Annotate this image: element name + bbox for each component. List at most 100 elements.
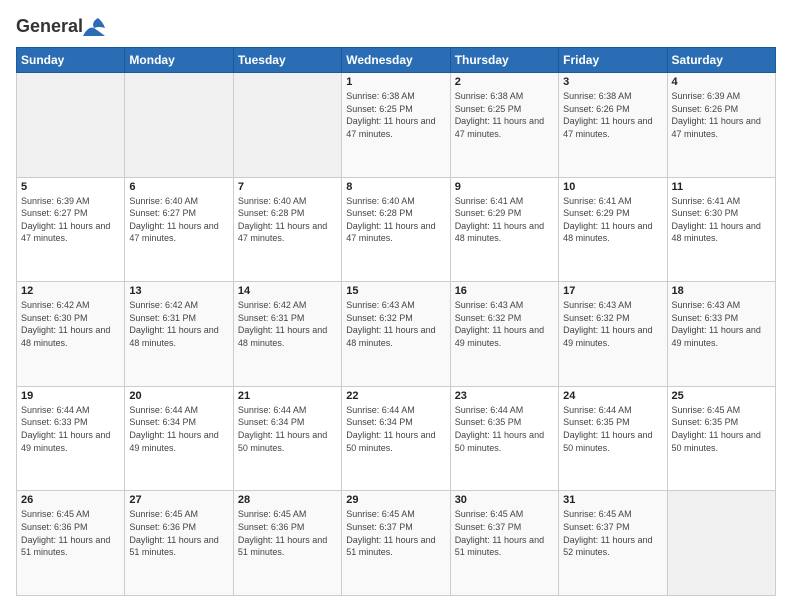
day-number: 14 bbox=[238, 285, 337, 297]
day-number: 22 bbox=[346, 390, 445, 402]
day-number: 1 bbox=[346, 76, 445, 88]
day-info: Sunrise: 6:42 AMSunset: 6:31 PMDaylight:… bbox=[129, 299, 228, 349]
calendar-cell bbox=[667, 491, 775, 596]
calendar-cell: 25 Sunrise: 6:45 AMSunset: 6:35 PMDayligh… bbox=[667, 386, 775, 491]
day-number: 29 bbox=[346, 494, 445, 506]
day-number: 19 bbox=[21, 390, 120, 402]
calendar-cell: 2Sunrise: 6:38 AMSunset: 6:25 PMDaylight… bbox=[450, 73, 558, 178]
calendar-cell: 31 Sunrise: 6:45 AMSunset: 6:37 PMDayligh… bbox=[559, 491, 667, 596]
day-number: 16 bbox=[455, 285, 554, 297]
calendar-cell: 1 Sunrise: 6:38 AMSunset: 6:25 PMDaylight… bbox=[342, 73, 450, 178]
calendar-cell: 29 Sunrise: 6:45 AMSunset: 6:37 PMDayligh… bbox=[342, 491, 450, 596]
calendar-cell: 12 Sunrise: 6:42 AMSunset: 6:30 PMDayligh… bbox=[17, 282, 125, 387]
weekday-header-wednesday: Wednesday bbox=[342, 48, 450, 73]
calendar-cell: 16Sunrise: 6:43 AMSunset: 6:32 PMDayligh… bbox=[450, 282, 558, 387]
day-info: Sunrise: 6:38 AMSunset: 6:26 PMDaylight:… bbox=[563, 90, 662, 140]
day-info: Sunrise: 6:45 AMSunset: 6:37 PMDaylight:… bbox=[455, 508, 554, 558]
calendar-cell: 14 Sunrise: 6:42 AMSunset: 6:31 PMDayligh… bbox=[233, 282, 341, 387]
day-number: 3 bbox=[563, 76, 662, 88]
calendar-week-4: 19 Sunrise: 6:44 AMSunset: 6:33 PMDayligh… bbox=[17, 386, 776, 491]
day-number: 17 bbox=[563, 285, 662, 297]
header: General bbox=[16, 16, 776, 37]
day-number: 21 bbox=[238, 390, 337, 402]
day-info: Sunrise: 6:45 AMSunset: 6:36 PMDaylight:… bbox=[21, 508, 120, 558]
day-info: Sunrise: 6:45 AMSunset: 6:37 PMDaylight:… bbox=[563, 508, 662, 558]
day-info: Sunrise: 6:44 AMSunset: 6:34 PMDaylight:… bbox=[238, 404, 337, 454]
day-number: 20 bbox=[129, 390, 228, 402]
calendar-cell: 22 Sunrise: 6:44 AMSunset: 6:34 PMDayligh… bbox=[342, 386, 450, 491]
calendar-week-1: 1 Sunrise: 6:38 AMSunset: 6:25 PMDaylight… bbox=[17, 73, 776, 178]
logo-text: General bbox=[16, 16, 105, 37]
calendar-cell: 10Sunrise: 6:41 AMSunset: 6:29 PMDayligh… bbox=[559, 177, 667, 282]
calendar-cell bbox=[17, 73, 125, 178]
day-info: Sunrise: 6:45 AMSunset: 6:36 PMDaylight:… bbox=[129, 508, 228, 558]
weekday-header-tuesday: Tuesday bbox=[233, 48, 341, 73]
calendar-cell: 9Sunrise: 6:41 AMSunset: 6:29 PMDaylight… bbox=[450, 177, 558, 282]
logo-general-text: General bbox=[16, 16, 83, 37]
day-info: Sunrise: 6:44 AMSunset: 6:35 PMDaylight:… bbox=[455, 404, 554, 454]
day-number: 31 bbox=[563, 494, 662, 506]
day-number: 9 bbox=[455, 181, 554, 193]
weekday-header-saturday: Saturday bbox=[667, 48, 775, 73]
day-number: 12 bbox=[21, 285, 120, 297]
day-number: 30 bbox=[455, 494, 554, 506]
calendar-cell: 5 Sunrise: 6:39 AMSunset: 6:27 PMDaylight… bbox=[17, 177, 125, 282]
day-number: 28 bbox=[238, 494, 337, 506]
day-number: 8 bbox=[346, 181, 445, 193]
day-info: Sunrise: 6:39 AMSunset: 6:27 PMDaylight:… bbox=[21, 195, 120, 245]
day-info: Sunrise: 6:41 AMSunset: 6:30 PMDaylight:… bbox=[672, 195, 771, 245]
weekday-header-sunday: Sunday bbox=[17, 48, 125, 73]
calendar-cell: 30 Sunrise: 6:45 AMSunset: 6:37 PMDayligh… bbox=[450, 491, 558, 596]
day-number: 6 bbox=[129, 181, 228, 193]
day-info: Sunrise: 6:44 AMSunset: 6:33 PMDaylight:… bbox=[21, 404, 120, 454]
day-number: 27 bbox=[129, 494, 228, 506]
day-info: Sunrise: 6:45 AMSunset: 6:35 PMDaylight:… bbox=[672, 404, 771, 454]
calendar-cell: 15Sunrise: 6:43 AMSunset: 6:32 PMDayligh… bbox=[342, 282, 450, 387]
day-number: 2 bbox=[455, 76, 554, 88]
day-info: Sunrise: 6:44 AMSunset: 6:34 PMDaylight:… bbox=[346, 404, 445, 454]
day-number: 25 bbox=[672, 390, 771, 402]
page: General SundayMondayTuesdayWednesdayThur… bbox=[0, 0, 792, 612]
calendar-cell: 27 Sunrise: 6:45 AMSunset: 6:36 PMDayligh… bbox=[125, 491, 233, 596]
day-info: Sunrise: 6:43 AMSunset: 6:33 PMDaylight:… bbox=[672, 299, 771, 349]
day-info: Sunrise: 6:40 AMSunset: 6:28 PMDaylight:… bbox=[346, 195, 445, 245]
logo-bird-icon bbox=[83, 18, 105, 36]
day-number: 5 bbox=[21, 181, 120, 193]
day-number: 4 bbox=[672, 76, 771, 88]
calendar-cell: 23 Sunrise: 6:44 AMSunset: 6:35 PMDayligh… bbox=[450, 386, 558, 491]
day-number: 15 bbox=[346, 285, 445, 297]
calendar-week-2: 5 Sunrise: 6:39 AMSunset: 6:27 PMDaylight… bbox=[17, 177, 776, 282]
calendar-table: SundayMondayTuesdayWednesdayThursdayFrid… bbox=[16, 47, 776, 596]
day-number: 26 bbox=[21, 494, 120, 506]
calendar-cell: 18 Sunrise: 6:43 AMSunset: 6:33 PMDayligh… bbox=[667, 282, 775, 387]
day-number: 23 bbox=[455, 390, 554, 402]
day-info: Sunrise: 6:42 AMSunset: 6:30 PMDaylight:… bbox=[21, 299, 120, 349]
calendar-cell: 8 Sunrise: 6:40 AMSunset: 6:28 PMDaylight… bbox=[342, 177, 450, 282]
day-number: 7 bbox=[238, 181, 337, 193]
calendar-cell: 24 Sunrise: 6:44 AMSunset: 6:35 PMDayligh… bbox=[559, 386, 667, 491]
calendar-cell: 20 Sunrise: 6:44 AMSunset: 6:34 PMDayligh… bbox=[125, 386, 233, 491]
day-info: Sunrise: 6:38 AMSunset: 6:25 PMDaylight:… bbox=[346, 90, 445, 140]
calendar-cell: 13 Sunrise: 6:42 AMSunset: 6:31 PMDayligh… bbox=[125, 282, 233, 387]
calendar-cell: 26 Sunrise: 6:45 AMSunset: 6:36 PMDayligh… bbox=[17, 491, 125, 596]
day-number: 10 bbox=[563, 181, 662, 193]
day-info: Sunrise: 6:40 AMSunset: 6:27 PMDaylight:… bbox=[129, 195, 228, 245]
day-info: Sunrise: 6:45 AMSunset: 6:36 PMDaylight:… bbox=[238, 508, 337, 558]
calendar-cell: 7Sunrise: 6:40 AMSunset: 6:28 PMDaylight… bbox=[233, 177, 341, 282]
calendar-cell: 19 Sunrise: 6:44 AMSunset: 6:33 PMDayligh… bbox=[17, 386, 125, 491]
calendar-week-5: 26 Sunrise: 6:45 AMSunset: 6:36 PMDayligh… bbox=[17, 491, 776, 596]
day-info: Sunrise: 6:45 AMSunset: 6:37 PMDaylight:… bbox=[346, 508, 445, 558]
day-number: 13 bbox=[129, 285, 228, 297]
weekday-header-monday: Monday bbox=[125, 48, 233, 73]
day-info: Sunrise: 6:44 AMSunset: 6:34 PMDaylight:… bbox=[129, 404, 228, 454]
calendar-cell: 28 Sunrise: 6:45 AMSunset: 6:36 PMDayligh… bbox=[233, 491, 341, 596]
day-number: 18 bbox=[672, 285, 771, 297]
calendar-cell bbox=[125, 73, 233, 178]
day-number: 24 bbox=[563, 390, 662, 402]
calendar-cell: 4 Sunrise: 6:39 AMSunset: 6:26 PMDaylight… bbox=[667, 73, 775, 178]
calendar-cell bbox=[233, 73, 341, 178]
day-info: Sunrise: 6:39 AMSunset: 6:26 PMDaylight:… bbox=[672, 90, 771, 140]
day-info: Sunrise: 6:44 AMSunset: 6:35 PMDaylight:… bbox=[563, 404, 662, 454]
day-info: Sunrise: 6:42 AMSunset: 6:31 PMDaylight:… bbox=[238, 299, 337, 349]
calendar-cell: 11Sunrise: 6:41 AMSunset: 6:30 PMDayligh… bbox=[667, 177, 775, 282]
